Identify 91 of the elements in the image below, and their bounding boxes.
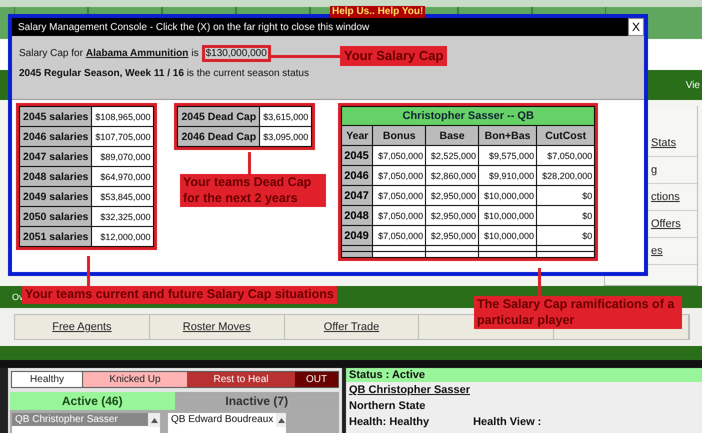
table-cell: $7,050,000 — [536, 146, 595, 166]
table-cell: $7,050,000 — [372, 226, 426, 246]
nav-link[interactable]: Free Agents — [52, 321, 112, 333]
help-banner[interactable]: Help Us.. Help You! — [330, 6, 426, 18]
table-cell: $53,845,000 — [92, 186, 154, 206]
row-label: 2048 salaries — [20, 166, 92, 186]
roster-list[interactable]: QB Edward Boudreaux — [168, 413, 286, 433]
table-cell: $9,910,000 — [478, 166, 537, 186]
player-list-item[interactable]: QB Christopher Sasser — [12, 413, 148, 426]
row-label: 2046 salaries — [20, 126, 92, 146]
column-header: Base — [426, 126, 478, 146]
row-label: 2046 Dead Cap — [178, 126, 260, 146]
side-link[interactable]: Stats — [651, 137, 676, 149]
table-cell: $7,050,000 — [372, 166, 426, 186]
team-link[interactable]: Alabama Ammunition — [86, 48, 188, 58]
season-status: 2045 Regular Season, Week 11 / 16 is the current season status — [19, 68, 310, 79]
column-header: Bon+Bas — [478, 126, 537, 146]
player-name-link[interactable]: QB Christopher Sasser — [346, 382, 702, 398]
callout-note: The Salary Cap ramifications of a particular player — [474, 296, 682, 330]
column-header: Year — [342, 126, 373, 146]
cap-label: Salary Cap for — [19, 48, 83, 58]
table-cell: $12,000,000 — [92, 226, 154, 246]
leader-line — [538, 268, 541, 298]
table-cell: $2,860,000 — [426, 166, 478, 186]
leader-line — [270, 55, 342, 58]
table-cell: $108,965,000 — [92, 106, 154, 126]
table-cell: $2,950,000 — [426, 186, 478, 206]
column-header: CutCost — [536, 126, 595, 146]
row-label: 2049 — [342, 226, 373, 246]
table-cell: $3,615,000 — [260, 106, 312, 126]
scroll-up-icon[interactable] — [148, 413, 160, 427]
player-status: Status : Active — [346, 368, 702, 382]
row-label: 2048 — [342, 206, 373, 226]
row-label: 2045 — [342, 146, 373, 166]
health-view-label: Health View : — [473, 416, 542, 428]
table-cell: $10,000,000 — [478, 206, 537, 226]
close-button[interactable]: X — [628, 18, 644, 36]
nav-link[interactable]: Roster Moves — [182, 321, 251, 333]
player-school: Northern State — [348, 399, 426, 414]
row-label: 2046 — [342, 166, 373, 186]
side-link[interactable]: ctions — [651, 191, 680, 203]
health-legend-item: OUT — [295, 372, 338, 387]
header-link[interactable]: Vie — [686, 80, 700, 90]
table-cell: $7,050,000 — [372, 146, 426, 166]
column-header: Bonus — [372, 126, 426, 146]
health-legend-item: Rest to Heal — [187, 372, 295, 387]
leader-line — [248, 152, 251, 176]
table-cell: $7,050,000 — [372, 186, 426, 206]
roster-list[interactable]: QB Christopher Sasser — [12, 413, 160, 433]
roster-tab[interactable]: Active (46) — [10, 392, 174, 410]
table-cell: $64,970,000 — [92, 166, 154, 186]
health-text: Health: Healthy — [349, 416, 430, 428]
table-cell: $28,200,000 — [536, 166, 595, 186]
nav-link[interactable]: Offer Trade — [324, 321, 380, 333]
table-cell: $2,525,000 — [426, 146, 478, 166]
callout-note: Your Salary Cap — [340, 46, 448, 66]
table-cell: $2,950,000 — [426, 226, 478, 246]
table-cell: $0 — [536, 206, 595, 226]
row-label: 2047 salaries — [20, 146, 92, 166]
table-cell: $9,575,000 — [478, 146, 537, 166]
cap-connector: is — [191, 48, 199, 58]
row-label: 2049 salaries — [20, 186, 92, 206]
salary-cap-value: $130,000,000 — [202, 44, 271, 62]
side-link[interactable]: g — [651, 164, 658, 176]
health-legend-item: Healthy — [12, 372, 83, 387]
table-cell: $10,000,000 — [478, 226, 537, 246]
row-label: 2051 salaries — [20, 226, 92, 246]
window-title: Salary Management Console - Click the (X) on the far right to close this window — [18, 22, 370, 32]
table-cell: $0 — [536, 226, 595, 246]
table-cell: $89,070,000 — [92, 146, 154, 166]
callout-note: Your teams Dead Cap for the next 2 years — [180, 174, 326, 208]
scroll-up-icon[interactable] — [276, 413, 286, 427]
health-legend-item: Knicked Up — [83, 372, 187, 387]
row-label: 2045 Dead Cap — [178, 106, 260, 126]
roster-tab[interactable]: Inactive (7) — [174, 392, 339, 410]
table-cell: $7,050,000 — [372, 206, 426, 226]
side-link[interactable]: Offers — [651, 218, 681, 230]
table-cell: $2,950,000 — [426, 206, 478, 226]
row-label: 2050 salaries — [20, 206, 92, 226]
table-cell: $10,000,000 — [478, 186, 537, 206]
callout-note: Your teams current and future Salary Cap situations — [22, 286, 337, 304]
table-cell: $32,325,000 — [92, 206, 154, 226]
row-label: 2045 salaries — [20, 106, 92, 126]
leader-line — [87, 256, 90, 287]
row-label: 2047 — [342, 186, 373, 206]
table-cell: $3,095,000 — [260, 126, 312, 146]
table-cell: $107,705,000 — [92, 126, 154, 146]
table-cell: $0 — [536, 186, 595, 206]
player-list-item[interactable]: QB Edward Boudreaux — [168, 413, 276, 426]
side-link[interactable]: es — [651, 245, 663, 257]
player-table-title: Christopher Sasser -- QB — [342, 106, 595, 126]
